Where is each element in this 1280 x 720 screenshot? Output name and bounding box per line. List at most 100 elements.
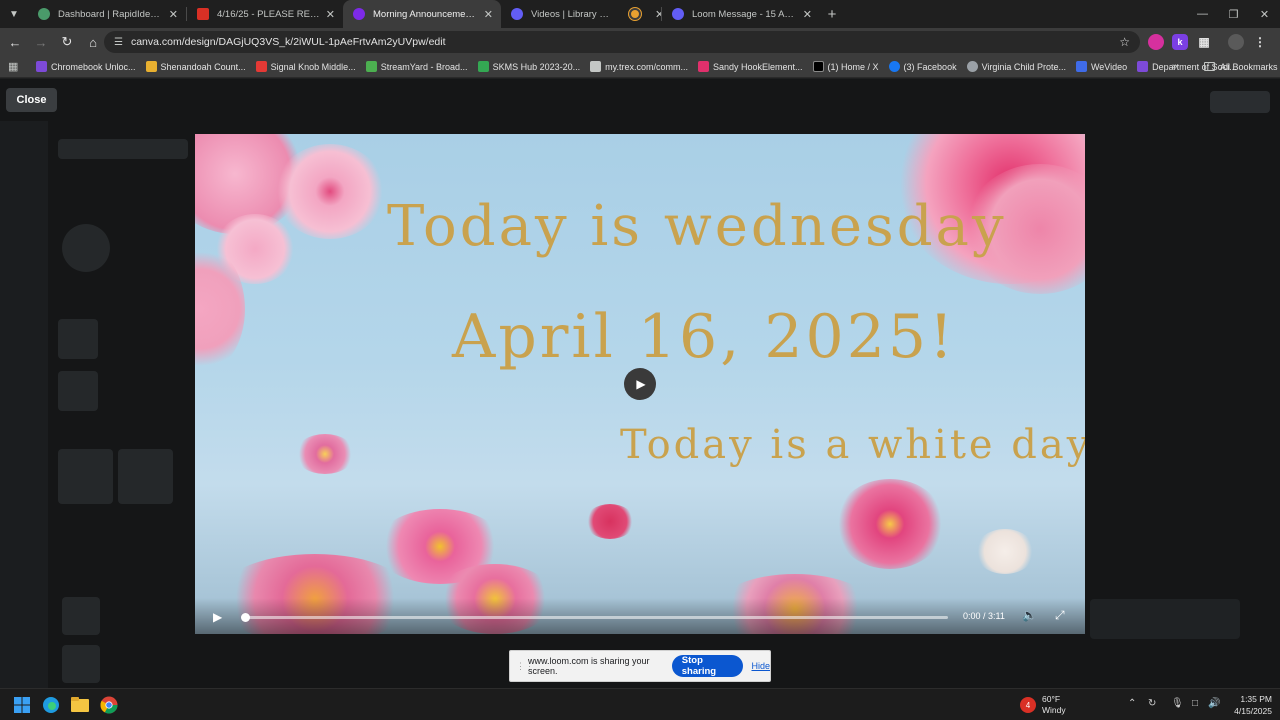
tab-title: Loom Message - 15 April 2025 [692, 8, 797, 20]
tab-loom-library[interactable]: Videos | Library | Loom [501, 0, 619, 28]
thumbnail [58, 449, 113, 504]
scrubber-handle[interactable] [241, 613, 250, 622]
back-icon[interactable]: ← [3, 30, 27, 54]
bookmark-label: WeVideo [1090, 61, 1128, 72]
restore-icon[interactable]: ❐ [1218, 0, 1249, 28]
chevron-up-icon[interactable]: ⌃ [1128, 698, 1136, 709]
bookmark-favicon-icon [1137, 61, 1149, 72]
bookmark-star-icon[interactable]: ☆ [1119, 35, 1130, 49]
bookmark-label: Chromebook Unloc... [51, 61, 136, 72]
all-bookmarks-button[interactable]: All Bookmarks [1204, 62, 1278, 72]
bookmark-item[interactable]: Signal Knob Middle... [255, 61, 356, 72]
new-tab-button[interactable]: + [820, 0, 844, 28]
system-clock[interactable]: 1:35 PM 4/15/2025 [1226, 693, 1272, 717]
slide-line-dress-code: Today is a white day [620, 422, 1085, 468]
play-icon[interactable]: ▶ [213, 610, 222, 624]
sync-icon[interactable]: ↻ [1148, 698, 1156, 709]
bookmark-item[interactable]: Shenandoah Count... [145, 61, 246, 72]
minimize-icon[interactable]: — [1187, 0, 1218, 28]
wevideo-icon [1075, 61, 1087, 72]
site-info-icon[interactable]: ☰ [114, 37, 123, 48]
apps-grid-icon[interactable]: ▦ [8, 60, 26, 73]
clock-time: 1:35 PM [1240, 694, 1272, 704]
close-button[interactable]: Close [6, 88, 57, 112]
volume-icon[interactable]: 🔈 [1022, 608, 1037, 622]
weather-condition: Windy [1042, 705, 1066, 715]
bookmark-favicon-icon [365, 61, 377, 72]
video-player[interactable]: Today is wednesday April 16, 2025! Today… [195, 134, 1085, 634]
bookmark-item[interactable]: Sandy HookElement... [697, 61, 803, 72]
edge-icon[interactable] [41, 695, 61, 715]
browser-toolbar: ← → ↻ ⌂ ☰ canva.com/design/DAGjUQ3VS_k/2… [0, 28, 1280, 56]
tab-loom-message[interactable]: Loom Message - 15 April 2025 ✕ [662, 0, 820, 28]
drag-handle-icon[interactable]: ⋮⋮ [516, 661, 534, 672]
thumbnail [62, 597, 100, 635]
tab-recording[interactable]: ✕ [619, 0, 661, 28]
bookmark-item[interactable]: my.trex.com/comm... [590, 61, 688, 72]
window-controls: — ❐ ✕ [1187, 0, 1280, 28]
search-field-placeholder [58, 139, 188, 159]
forward-icon[interactable]: → [29, 30, 53, 54]
clock-date: 4/15/2025 [1234, 706, 1272, 716]
close-icon[interactable]: ✕ [169, 8, 178, 21]
display-icon[interactable]: □ [1192, 698, 1198, 709]
menu-icon[interactable]: ⋮ [1252, 34, 1268, 50]
temperature: 60°F [1042, 694, 1061, 704]
sharing-message: www.loom.com is sharing your screen. [528, 656, 650, 676]
bookmark-item[interactable]: Virginia Child Prote... [966, 61, 1066, 72]
flower-decoration [275, 144, 385, 239]
all-bookmarks-label: All Bookmarks [1220, 61, 1278, 72]
bookmark-label: Shenandoah Count... [160, 61, 246, 72]
play-overlay-button[interactable]: ▶ [624, 368, 656, 400]
volume-tray-icon[interactable]: 🔊 [1208, 698, 1220, 709]
extensions-area: k ▦ ⋮ [1148, 34, 1268, 50]
hide-link[interactable]: Hide [751, 661, 770, 671]
tab-morning-announcement[interactable]: Morning Announcement Slides ✕ [343, 0, 501, 28]
extensions-puzzle-icon[interactable]: ▦ [1196, 34, 1212, 50]
thumbnail [118, 449, 173, 504]
time-display: 0:00 / 3:11 [963, 611, 1005, 621]
bookmark-item[interactable]: (3) Facebook [888, 61, 957, 72]
fullscreen-icon[interactable]: ⤢ [1055, 608, 1065, 623]
thumbnail [62, 645, 100, 683]
profile-avatar[interactable] [1228, 34, 1244, 50]
tab-search-icon[interactable]: ▼ [0, 0, 28, 28]
bookmark-item[interactable]: SKMS Hub 2023-20... [477, 61, 580, 72]
slide-line-date: April 16, 2025! [452, 302, 957, 372]
home-icon[interactable]: ⌂ [81, 30, 105, 54]
close-icon[interactable]: ✕ [326, 8, 335, 21]
bookmark-item[interactable]: (1) Home / X [812, 61, 879, 72]
thumbnail [58, 371, 98, 411]
stop-sharing-button[interactable]: Stop sharing [671, 655, 744, 677]
close-icon[interactable]: ✕ [803, 8, 812, 21]
instagram-icon [697, 61, 709, 72]
close-icon[interactable]: ✕ [484, 8, 493, 21]
microphone-icon[interactable]: 🎙 [1171, 698, 1184, 709]
screen-sharing-bar: ⋮⋮ www.loom.com is sharing your screen. … [509, 650, 771, 682]
recording-icon [629, 8, 641, 20]
loom-extension-icon[interactable] [1148, 34, 1164, 50]
reload-icon[interactable]: ↻ [55, 30, 79, 54]
panel-placeholder [1090, 599, 1240, 639]
close-window-icon[interactable]: ✕ [1249, 0, 1280, 28]
youtube-icon [255, 61, 267, 72]
x-logo-icon [812, 61, 824, 72]
tab-dashboard[interactable]: Dashboard | RapidIdentity ✕ [28, 0, 186, 28]
bookmark-label: Sandy HookElement... [712, 61, 803, 72]
flower-decoration [975, 529, 1035, 574]
address-bar[interactable]: ☰ canva.com/design/DAGjUQ3VS_k/2iWUL-1pA… [104, 31, 1140, 53]
kami-extension-icon[interactable]: k [1172, 34, 1188, 50]
file-explorer-icon[interactable] [70, 695, 90, 715]
windows-start-icon[interactable] [12, 695, 32, 715]
weather-widget[interactable]: 4 60°F Windy [1020, 694, 1066, 716]
bookmark-item[interactable]: WeVideo [1075, 61, 1128, 72]
progress-bar[interactable] [241, 613, 948, 622]
url-text: canva.com/design/DAGjUQ3VS_k/2iWUL-1pAeF… [130, 36, 446, 48]
tab-gmail[interactable]: 4/16/25 - PLEASE READ - jcjen ✕ [187, 0, 343, 28]
chrome-icon[interactable] [99, 695, 119, 715]
bookmark-item[interactable]: Chromebook Unloc... [36, 61, 136, 72]
chevron-right-icon[interactable]: » [1172, 61, 1178, 72]
bookmark-item[interactable]: StreamYard - Broad... [365, 61, 468, 72]
side-rail [0, 121, 48, 688]
close-icon[interactable]: ✕ [655, 8, 661, 21]
